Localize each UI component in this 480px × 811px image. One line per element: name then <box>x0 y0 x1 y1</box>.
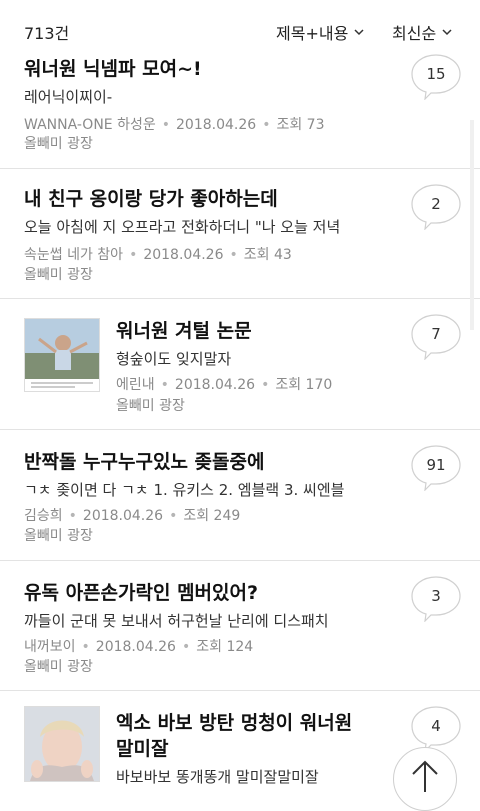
post-views: 조회 73 <box>276 117 325 133</box>
chevron-down-icon <box>442 29 452 36</box>
post-author: 내꺼보이 <box>24 639 76 655</box>
post-title: 워너원 겨털 논문 <box>116 320 252 342</box>
post-preview: 형숲이도 잊지말자 <box>116 350 232 368</box>
post-meta: WANNA-ONE 하성운 • 2018.04.26 • 조회 73 <box>24 117 325 133</box>
post-views: 조회 124 <box>196 639 254 655</box>
post-item[interactable]: 내 친구 옹이랑 당가 좋아하는데 오늘 아침에 지 오프라고 전화하더니 "나… <box>0 168 480 299</box>
comment-count: 4 <box>431 717 441 735</box>
comment-count: 15 <box>426 65 446 83</box>
post-preview: 오늘 아침에 지 오프라고 전화하더니 "나 오늘 저녁 <box>24 218 341 236</box>
post-item[interactable]: 워너원 겨털 논문 형숲이도 잊지말자 에린내 • 2018.04.26 • 조회 17… <box>0 298 480 430</box>
sort-label: 최신순 <box>392 24 437 43</box>
post-preview: 바보바보 똥개똥개 말미잘말미잘 <box>116 768 319 786</box>
post-cafe: 올빼미 광장 <box>24 659 93 675</box>
post-thumbnail <box>24 318 100 392</box>
post-item[interactable]: 워너원 닉넴파 모여~! 레어닉이찌이- WANNA-ONE 하성운 • 2018.… <box>0 44 480 169</box>
post-item[interactable]: 반짝돌 누구누구있노 좆돌중에 ㄱㅊ 좆이면 다 ㄱㅊ 1. 유키스 2. 엠블… <box>0 429 480 561</box>
post-date: 2018.04.26 <box>143 247 224 263</box>
post-count: 713건 <box>24 24 70 43</box>
comment-count-bubble[interactable]: 15 <box>411 54 461 101</box>
post-title: 유독 아픈손가락인 멤버있어? <box>24 582 259 604</box>
post-title: 내 친구 옹이랑 당가 좋아하는데 <box>24 188 278 210</box>
post-cafe: 올빼미 광장 <box>24 528 93 544</box>
post-author: 김승희 <box>24 508 63 524</box>
post-cafe: 올빼미 광장 <box>24 267 93 283</box>
post-views: 조회 170 <box>275 377 333 393</box>
comment-count: 7 <box>431 325 441 343</box>
post-date: 2018.04.26 <box>176 117 257 133</box>
post-title: 워너원 닉넴파 모여~! <box>24 58 202 80</box>
scroll-top-button[interactable] <box>393 747 457 811</box>
post-author: 속눈썹 네가 참아 <box>24 247 124 263</box>
post-preview: ㄱㅊ 좆이면 다 ㄱㅊ 1. 유키스 2. 엠블랙 3. 씨엔블 <box>24 481 345 499</box>
search-scope-dropdown[interactable]: 제목+내용 <box>276 20 364 44</box>
scroll-indicator <box>470 120 474 330</box>
comment-count-bubble[interactable]: 91 <box>411 445 461 492</box>
post-title-line2: 말미잘 <box>116 738 169 760</box>
comment-count-bubble[interactable]: 2 <box>411 184 461 231</box>
comment-count: 3 <box>431 587 441 605</box>
post-date: 2018.04.26 <box>95 639 176 655</box>
post-item[interactable]: 유독 아픈손가락인 멤버있어? 까들이 군대 못 보내서 허구헌날 난리에 디스… <box>0 560 480 691</box>
post-cafe: 올빼미 광장 <box>116 398 185 414</box>
comment-count-bubble[interactable]: 4 <box>411 706 461 753</box>
comment-count: 91 <box>426 456 446 474</box>
post-meta: 에린내 • 2018.04.26 • 조회 170 <box>116 377 333 393</box>
arrow-up-icon <box>412 760 438 792</box>
post-preview: 까들이 군대 못 보내서 허구헌날 난리에 디스패치 <box>24 612 329 630</box>
chevron-down-icon <box>354 29 364 36</box>
post-meta: 김승희 • 2018.04.26 • 조회 249 <box>24 508 241 524</box>
post-date: 2018.04.26 <box>174 377 256 393</box>
search-scope-label: 제목+내용 <box>276 24 349 43</box>
post-thumbnail <box>24 706 100 782</box>
post-preview: 레어닉이찌이- <box>24 88 113 106</box>
post-author: WANNA-ONE 하성운 <box>24 117 156 133</box>
post-meta: 내꺼보이 • 2018.04.26 • 조회 124 <box>24 639 254 655</box>
post-views: 조회 249 <box>183 508 241 524</box>
post-meta: 속눈썹 네가 참아 • 2018.04.26 • 조회 43 <box>24 247 292 263</box>
post-title: 엑소 바보 방탄 멍청이 워너원 <box>116 712 353 734</box>
sort-dropdown[interactable]: 최신순 <box>392 20 452 44</box>
post-title: 반짝돌 누구누구있노 좆돌중에 <box>24 451 265 473</box>
post-author: 에린내 <box>116 377 155 393</box>
post-date: 2018.04.26 <box>82 508 164 524</box>
post-cafe: 올빼미 광장 <box>24 136 93 152</box>
comment-count-bubble[interactable]: 7 <box>411 314 461 361</box>
comment-count: 2 <box>431 195 441 213</box>
list-header: 713건 제목+내용 최신순 <box>0 0 480 48</box>
post-views: 조회 43 <box>243 247 292 263</box>
comment-count-bubble[interactable]: 3 <box>411 576 461 623</box>
